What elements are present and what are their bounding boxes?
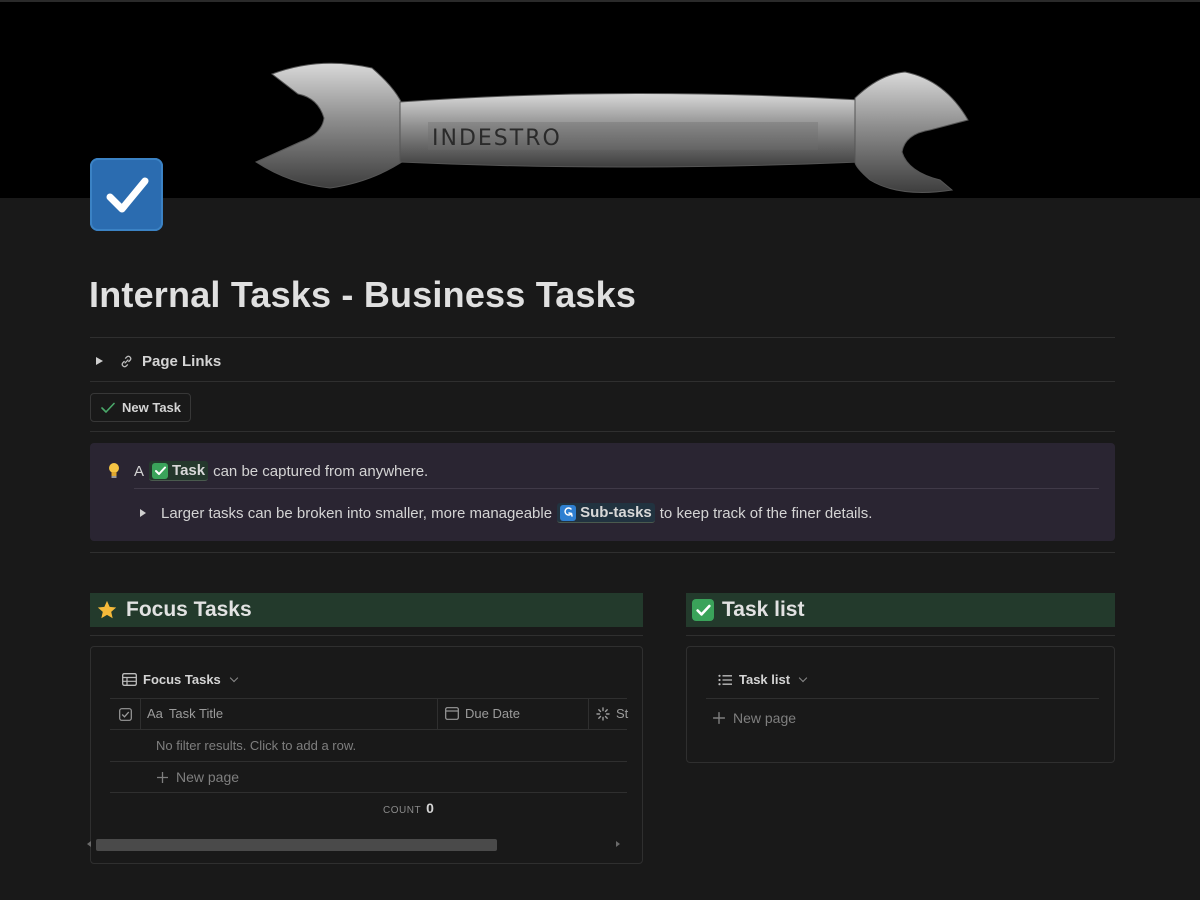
callout-prefix: A [134, 462, 145, 480]
column-header-status[interactable]: St [596, 706, 628, 721]
divider [90, 552, 1115, 553]
scroll-left-arrow-icon[interactable] [87, 841, 91, 847]
callout: A Task can be captured from anywhere. La… [90, 443, 1115, 541]
plus-icon [156, 771, 169, 784]
column-divider [437, 699, 438, 729]
focus-tasks-heading-label: Focus Tasks [126, 598, 252, 621]
link-icon [119, 354, 134, 369]
toggle-triangle-icon[interactable] [96, 357, 103, 365]
column-header-label: St [616, 706, 629, 721]
star-icon [96, 599, 118, 621]
focus-tasks-view-label: Focus Tasks [143, 672, 221, 687]
subtasks-mention-label: Sub-tasks [580, 504, 652, 521]
wrench-image: INDESTRO [254, 62, 969, 193]
table-border [110, 761, 627, 762]
task-list-heading-label: Task list [722, 598, 805, 621]
chevron-down-icon[interactable] [798, 673, 808, 683]
callout-line1-text: can be captured from anywhere. [213, 462, 429, 480]
focus-new-page-button[interactable]: New page [156, 769, 239, 785]
callout-line2-text: Larger tasks can be broken into smaller,… [161, 504, 553, 522]
plus-icon [712, 711, 726, 725]
new-task-label: New Task [122, 400, 182, 415]
callout-line-2[interactable]: Larger tasks can be broken into smaller,… [140, 503, 872, 523]
table-icon [122, 673, 137, 686]
divider [90, 337, 1115, 338]
count-summary[interactable]: COUNT 0 [383, 800, 434, 816]
cover-image: INDESTRO [0, 0, 1200, 198]
column-header-label: Task Title [168, 706, 224, 721]
count-label: COUNT [383, 805, 422, 816]
select-all-checkbox[interactable] [119, 708, 132, 721]
divider [686, 635, 1115, 636]
task-list-view-label: Task list [739, 672, 791, 687]
column-header-label: Due Date [465, 706, 520, 721]
page-links-label: Page Links [142, 352, 222, 370]
callout-line-1: A Task can be captured from anywhere. [134, 461, 428, 481]
text-property-icon: Aa [147, 706, 163, 721]
task-mention[interactable]: Task [149, 461, 209, 481]
focus-tasks-view-tab[interactable]: Focus Tasks [122, 672, 239, 687]
subtask-arrow-icon [560, 504, 577, 521]
column-header-due-date[interactable]: Due Date [445, 706, 520, 721]
task-mention-label: Task [172, 462, 206, 479]
task-list-heading[interactable]: Task list [686, 593, 1115, 627]
count-value: 0 [426, 800, 434, 816]
task-list-database [686, 646, 1115, 763]
page-title[interactable]: Internal Tasks - Business Tasks [89, 274, 636, 316]
check-box-icon[interactable] [90, 158, 163, 231]
new-page-label: New page [733, 710, 797, 726]
divider [90, 635, 643, 636]
toggle-triangle-icon[interactable] [140, 509, 146, 517]
lightbulb-icon [107, 462, 121, 485]
callout-line2-suffix: to keep track of the finer details. [659, 504, 873, 522]
tasklist-new-page-button[interactable]: New page [712, 710, 796, 726]
divider [90, 381, 1115, 382]
table-border [110, 698, 627, 699]
check-mark-icon [152, 462, 169, 479]
table-border [110, 729, 627, 730]
focus-tasks-heading[interactable]: Focus Tasks [90, 593, 643, 627]
table-border [110, 792, 627, 793]
wrench-engraving: INDESTRO [432, 126, 562, 151]
task-list-view-tab[interactable]: Task list [718, 672, 808, 687]
status-icon [596, 706, 610, 721]
column-header-task-title[interactable]: Aa Task Title [147, 706, 223, 721]
empty-state-text[interactable]: No filter results. Click to add a row. [156, 738, 356, 753]
column-divider [588, 699, 589, 729]
page-links-toggle[interactable]: Page Links [96, 350, 221, 372]
column-divider [140, 699, 141, 729]
callout-divider [134, 488, 1099, 489]
check-mark-icon [692, 599, 714, 621]
check-icon [101, 402, 115, 414]
divider [90, 431, 1115, 432]
list-icon [718, 674, 733, 686]
chevron-down-icon[interactable] [229, 673, 239, 683]
list-border [706, 698, 1099, 699]
new-page-label: New page [176, 769, 240, 785]
scroll-right-arrow-icon[interactable] [616, 841, 620, 847]
new-task-button[interactable]: New Task [90, 393, 191, 422]
horizontal-scrollbar[interactable] [96, 839, 497, 851]
calendar-icon [445, 707, 459, 720]
subtasks-mention[interactable]: Sub-tasks [557, 503, 655, 523]
